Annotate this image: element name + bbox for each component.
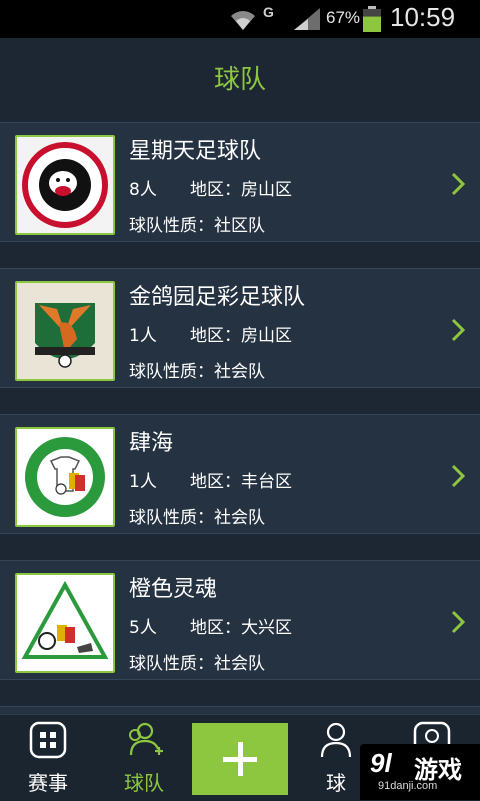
app-header: 球队 bbox=[0, 38, 480, 122]
nav-events[interactable]: 赛事 bbox=[0, 715, 96, 801]
grid-icon bbox=[29, 721, 67, 759]
signal-icon bbox=[294, 8, 320, 30]
barnsley-fc-crest-icon bbox=[15, 135, 115, 235]
team-add-icon bbox=[129, 722, 163, 756]
nav-label: 赛事 bbox=[28, 771, 68, 795]
network-type: G bbox=[263, 4, 274, 20]
watermark-logo: 9l bbox=[370, 748, 392, 778]
plus-icon-vertical bbox=[238, 742, 243, 776]
watermark: 9l 游戏 91danji.com bbox=[360, 744, 480, 800]
team-name: 橙色灵魂 bbox=[129, 577, 218, 602]
wifi-icon bbox=[231, 11, 255, 30]
watermark-url: 91danji.com bbox=[378, 780, 438, 792]
status-bar: G 67% 10:59 bbox=[0, 0, 480, 38]
team-card[interactable]: 星期天足球队 8人 地区：房山区 球队性质：社区队 bbox=[0, 122, 480, 242]
member-count: 8人 bbox=[129, 180, 157, 200]
page-title: 球队 bbox=[213, 65, 266, 95]
team-type: 球队性质：社会队 bbox=[129, 654, 265, 674]
chevron-right-icon bbox=[451, 172, 466, 196]
chevron-right-icon bbox=[451, 318, 466, 342]
battery-icon bbox=[363, 6, 381, 32]
nav-teams[interactable]: 球队 bbox=[96, 715, 192, 801]
team-region: 地区：房山区 bbox=[190, 326, 292, 346]
chevron-right-icon bbox=[451, 464, 466, 488]
team-name: 肆海 bbox=[129, 431, 174, 456]
team-type: 球队性质：社会队 bbox=[129, 362, 265, 382]
add-button[interactable] bbox=[192, 723, 288, 795]
person-icon bbox=[320, 722, 352, 758]
team-name: 金鸽园足彩足球队 bbox=[129, 285, 306, 310]
team-card[interactable]: 橙色灵魂 5人 地区：大兴区 球队性质：社会队 bbox=[0, 560, 480, 680]
team-type: 球队性质：社区队 bbox=[129, 216, 265, 236]
eagle-crest-icon bbox=[15, 281, 115, 381]
soccer-club-badge-icon bbox=[15, 427, 115, 527]
member-count: 1人 bbox=[129, 472, 157, 492]
nav-label: 球队 bbox=[124, 771, 164, 795]
member-count: 1人 bbox=[129, 326, 157, 346]
battery-percent: 67% bbox=[326, 8, 361, 27]
team-name: 星期天足球队 bbox=[129, 139, 262, 164]
team-region: 地区：房山区 bbox=[190, 180, 292, 200]
team-region: 地区：大兴区 bbox=[190, 618, 292, 638]
member-count: 5人 bbox=[129, 618, 157, 638]
team-card[interactable]: 肆海 1人 地区：丰台区 球队性质：社会队 bbox=[0, 414, 480, 534]
team-card[interactable]: 金鸽园足彩足球队 1人 地区：房山区 球队性质：社会队 bbox=[0, 268, 480, 388]
clock: 10:59 bbox=[390, 2, 456, 32]
team-type: 球队性质：社会队 bbox=[129, 508, 265, 528]
club-soccer-triangle-icon bbox=[15, 573, 115, 673]
team-region: 地区：丰台区 bbox=[190, 472, 292, 492]
chevron-right-icon bbox=[451, 610, 466, 634]
